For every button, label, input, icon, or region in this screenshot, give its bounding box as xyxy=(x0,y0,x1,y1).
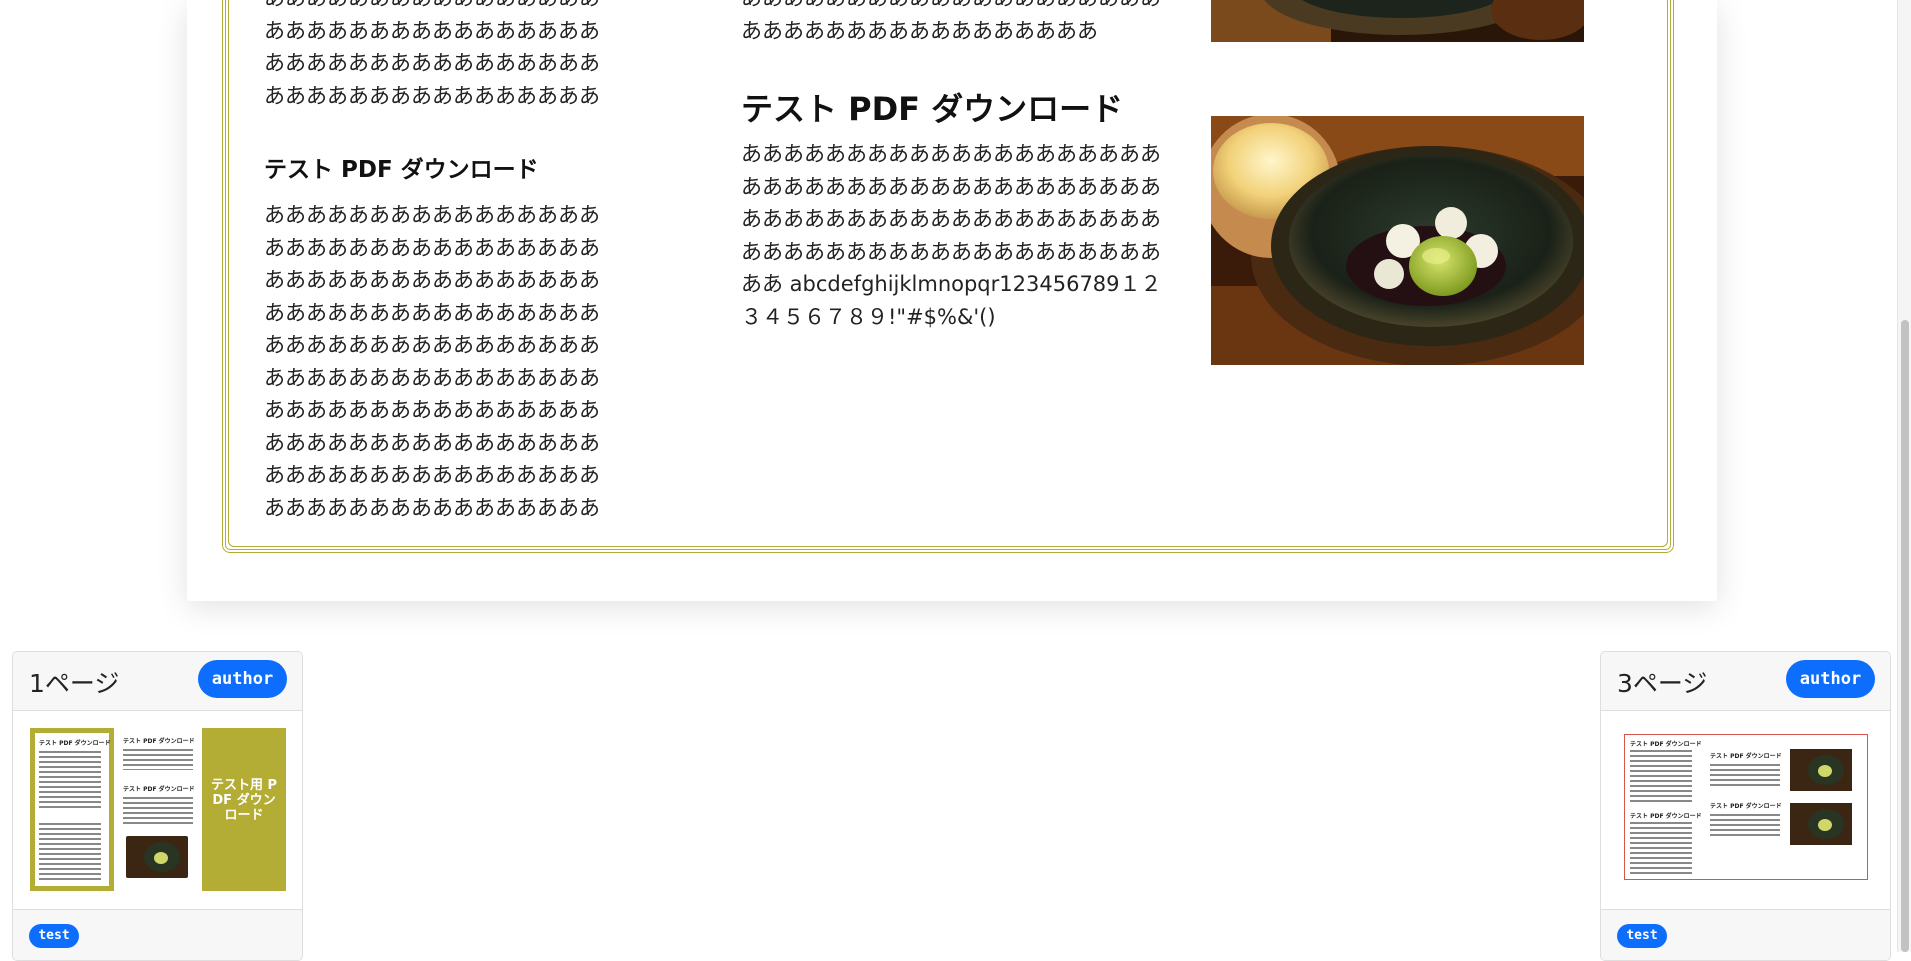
thumb-heading-2: テスト PDF ダウンロード xyxy=(123,738,195,745)
page-thumbnail-selected[interactable]: テスト PDF ダウンロード テスト PDF ダウンロード テスト PDF ダウ… xyxy=(1624,734,1868,880)
author-badge[interactable]: author xyxy=(198,660,287,698)
author-badge[interactable]: author xyxy=(1786,660,1875,698)
left-heading: テスト PDF ダウンロード xyxy=(264,157,539,183)
page-card-1[interactable]: 1ページ author テスト PDF ダウンロード テスト PDF ダウンロー… xyxy=(12,651,303,961)
middle-column-top-text: あああああああああああああああああああああああああああああああああああああ xyxy=(741,0,1161,42)
card-title: 3ページ xyxy=(1617,669,1708,698)
dessert-photo xyxy=(1211,116,1584,365)
tag-badge[interactable]: test xyxy=(1617,924,1667,948)
thumb-heading-3: テスト PDF ダウンロード xyxy=(1710,753,1782,760)
left-column-body-text: ああああああああああああああああああああああああああああああああああああああああ… xyxy=(264,203,600,520)
left-column-top-text: ああああああああああああああああああああああああああああああああああああああああ… xyxy=(264,0,600,108)
thumb-heading-4: テスト PDF ダウンロード xyxy=(1710,803,1782,810)
middle-column-body-text: ああああああああああああああああああああああああああああああああああああああああ… xyxy=(741,142,1162,329)
document-page: ああああああああああああああああああああああああああああああああああああああああ… xyxy=(187,0,1717,601)
card-footer: test xyxy=(1601,909,1890,960)
thumb-cover-title: テスト用 PDF ダウンロード xyxy=(210,778,278,823)
page-card-3[interactable]: 3ページ author テスト PDF ダウンロード テスト PDF ダウンロー… xyxy=(1600,651,1891,961)
card-footer: test xyxy=(13,909,302,960)
card-header: 1ページ author xyxy=(13,652,302,711)
scrollbar-thumb[interactable] xyxy=(1901,320,1909,952)
page-thumbnail[interactable]: テスト PDF ダウンロード テスト PDF ダウンロード テスト PDF ダウ… xyxy=(30,728,286,891)
page-scrollbar[interactable] xyxy=(1897,0,1911,952)
thumb-heading-3: テスト PDF ダウンロード xyxy=(123,786,195,793)
middle-heading: テスト PDF ダウンロード xyxy=(741,90,1124,128)
dessert-photo-top xyxy=(1211,0,1584,42)
thumb-heading: テスト PDF ダウンロード xyxy=(39,740,111,747)
card-title: 1ページ xyxy=(29,669,120,698)
card-header: 3ページ author xyxy=(1601,652,1890,711)
tag-badge[interactable]: test xyxy=(29,924,79,948)
